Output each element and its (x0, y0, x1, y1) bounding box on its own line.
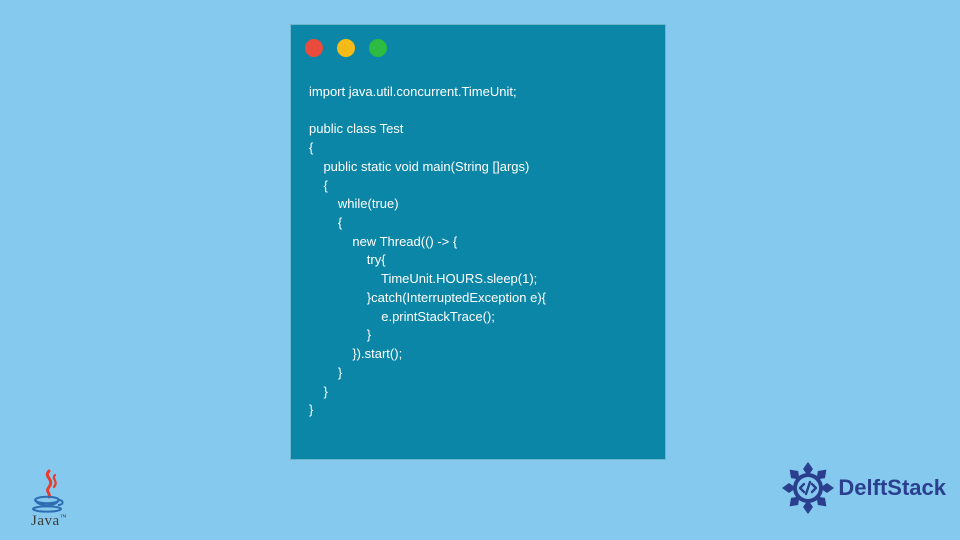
delftstack-badge-icon (780, 460, 836, 516)
stage: import java.util.concurrent.TimeUnit; pu… (0, 0, 960, 540)
java-label: Java™ (24, 513, 74, 530)
java-tm: ™ (60, 513, 67, 521)
java-cup-icon (29, 469, 69, 513)
java-label-text: Java (31, 513, 60, 529)
close-icon[interactable] (305, 39, 323, 57)
code-block: import java.util.concurrent.TimeUnit; pu… (291, 71, 665, 432)
code-window: import java.util.concurrent.TimeUnit; pu… (290, 24, 666, 460)
maximize-icon[interactable] (369, 39, 387, 57)
delftstack-logo: DelftStack (780, 460, 946, 516)
minimize-icon[interactable] (337, 39, 355, 57)
delftstack-label: DelftStack (838, 475, 946, 501)
java-logo: Java™ (24, 469, 74, 530)
window-controls (305, 39, 387, 57)
